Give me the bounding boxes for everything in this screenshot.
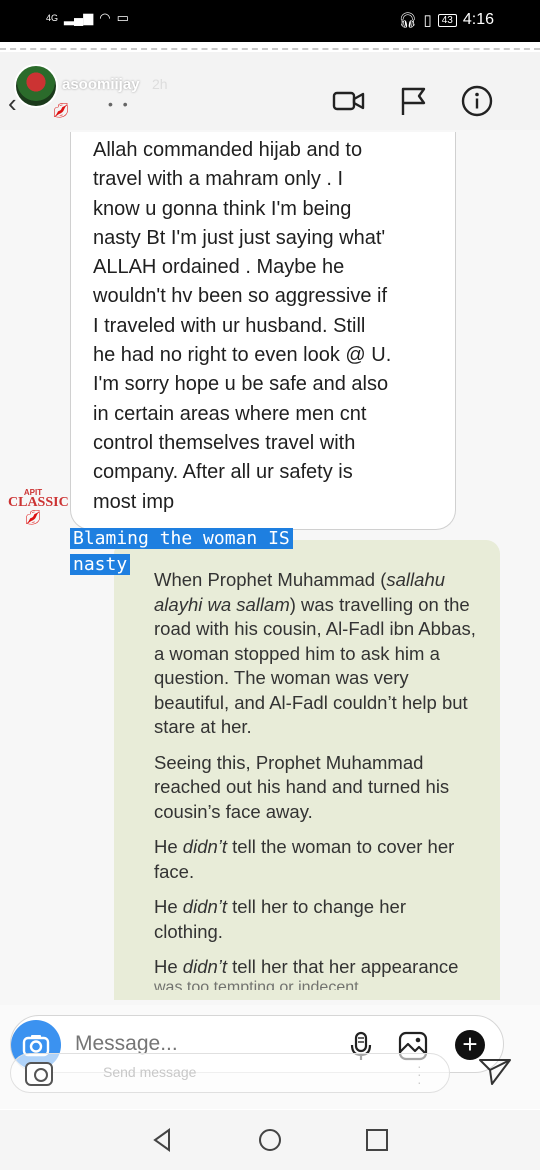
send-message-field[interactable]: Send message · · ·: [10, 1053, 450, 1093]
message-line: Allah commanded hijab and to: [93, 139, 363, 161]
video-camera-icon[interactable]: [332, 84, 366, 118]
status-bar: 4G ▂▄▆ ◠ ▭ 🎧︎ ▯ 43 4:16: [0, 0, 540, 42]
message-line: nasty Bt I'm just just saying what': [93, 226, 386, 249]
network-indicator: 4G: [46, 13, 59, 23]
post-paragraph: He didn’t tell the woman to cover her fa…: [154, 836, 455, 882]
post-paragraph: When Prophet Muhammad (sallahu alayhi wa…: [154, 569, 476, 737]
send-message-placeholder: Send message: [103, 1064, 197, 1080]
story-header: ‹ 💋︎ asoomiijay 2h • •: [0, 52, 540, 130]
story-progress-bar: [0, 48, 540, 50]
paper-plane-icon[interactable]: [478, 1057, 512, 1087]
message-line: in certain areas where men cnt: [93, 402, 367, 425]
message-line: control themselves travel with: [93, 431, 356, 454]
post-paragraph: He didn’t tell her to change her clothin…: [154, 896, 406, 942]
sender-avatar: APIT CLASSIC 💋︎: [8, 488, 69, 525]
flag-icon[interactable]: [396, 84, 430, 118]
info-icon[interactable]: [460, 84, 494, 118]
vibrate-icon: ▯: [423, 12, 432, 29]
post-paragraph: He didn’t tell her that her appearance: [154, 956, 459, 977]
message-line: travel with a mahram only . I: [93, 168, 344, 191]
battery-indicator: 43: [437, 13, 457, 27]
story-time-ago: 2h: [152, 76, 168, 92]
message-line: company. After all ur safety is: [93, 461, 353, 484]
nav-home-icon[interactable]: [257, 1127, 283, 1153]
message-line: I traveled with ur husband. Still: [93, 314, 366, 337]
message-composer: + Send message ···: [0, 1005, 540, 1109]
more-options-icon[interactable]: · · ·: [417, 1059, 422, 1089]
message-line: I'm sorry hope u be safe and also: [93, 373, 389, 396]
lips-icon: 💋︎: [52, 102, 70, 118]
message-line: most imp: [93, 490, 175, 513]
add-button[interactable]: +: [455, 1030, 485, 1060]
headset-icon: 🎧︎: [398, 12, 418, 29]
camera-icon[interactable]: [25, 1062, 53, 1086]
caption-line: Blaming the woman IS: [70, 528, 293, 549]
clock: 4:16: [462, 11, 494, 28]
shared-post-image: When Prophet Muhammad (sallahu alayhi wa…: [114, 540, 500, 1000]
post-paragraph: Seeing this, Prophet Muhammad reached ou…: [154, 751, 450, 822]
screen-icon: ▭: [116, 10, 129, 25]
caption-line: nasty: [70, 554, 131, 575]
signal-icon: ▂▄▆: [64, 10, 94, 25]
nav-back-icon[interactable]: [150, 1127, 176, 1153]
post-cut-line: was too tempting or indecent: [154, 979, 359, 990]
message-line: wouldn't hv been so aggressive if: [93, 285, 387, 308]
message-text: Allah commanded hijab and to travel with …: [93, 136, 435, 517]
lips-icon: 💋︎: [24, 509, 42, 525]
screenshot-message-bubble: Allah commanded hijab and to travel with …: [70, 132, 456, 530]
message-line: know u gonna think I'm being: [93, 197, 352, 220]
message-line: ALLAH ordained . Maybe he: [93, 256, 345, 279]
system-nav-bar: [0, 1110, 540, 1170]
story-caption: Blaming the woman IS nasty: [70, 526, 293, 578]
story-username[interactable]: asoomiijay: [62, 76, 140, 93]
more-dots-icon: • •: [108, 96, 131, 112]
nav-recents-icon[interactable]: [364, 1127, 390, 1153]
wifi-icon: ◠: [99, 10, 111, 25]
message-line: he had no right to even look @ U.: [93, 344, 392, 367]
